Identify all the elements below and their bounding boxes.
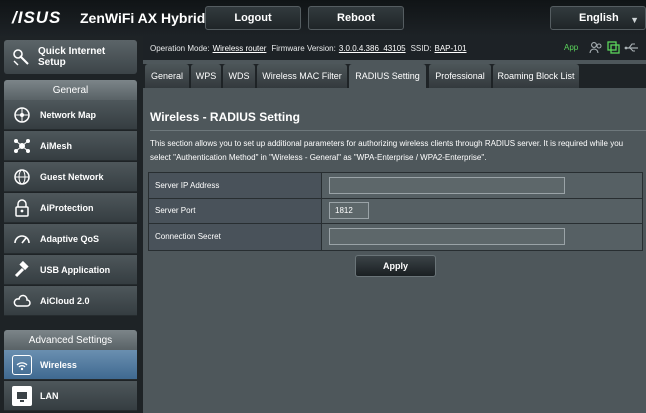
quick-internet-setup-label: Quick Internet Setup (38, 46, 106, 68)
status-bar: Operation Mode: Wireless router Firmware… (143, 36, 646, 60)
quick-internet-setup-button[interactable]: Quick Internet Setup (4, 40, 137, 74)
table-row: Server IP Address (149, 173, 642, 199)
logout-button[interactable]: Logout (205, 6, 301, 30)
table-row: Connection Secret (149, 224, 642, 250)
sidebar-item-label: Wireless (40, 359, 77, 370)
sidebar-item-lan[interactable]: LAN (4, 381, 137, 411)
usb-status-icon[interactable] (624, 41, 639, 56)
sidebar-item-aicloud[interactable]: AiCloud 2.0 (4, 286, 137, 316)
tab-radius-setting[interactable]: RADIUS Setting (349, 64, 426, 88)
server-port-label: Server Port (149, 198, 322, 223)
firmware-label: Firmware Version: (271, 43, 336, 53)
clients-icon[interactable] (589, 41, 603, 56)
sidebar-item-label: AiProtection (40, 202, 94, 213)
sidebar-item-label: Network Map (40, 109, 97, 120)
tab-wireless-mac-filter[interactable]: Wireless MAC Filter (257, 64, 347, 88)
tab-wps[interactable]: WPS (191, 64, 221, 88)
server-port-input[interactable]: 1812 (329, 202, 369, 220)
ssid-link[interactable]: BAP-101 (435, 44, 467, 53)
apply-button[interactable]: Apply (355, 255, 436, 277)
aimesh-icon (12, 136, 32, 156)
tab-professional[interactable]: Professional (429, 64, 491, 88)
ssid-label: SSID: (410, 43, 432, 53)
tab-roaming-block-list[interactable]: Roaming Block List (493, 64, 579, 88)
language-select[interactable]: English ▼ (550, 6, 646, 30)
lan-icon (12, 385, 32, 406)
chevron-down-icon: ▼ (630, 15, 639, 25)
tab-wds[interactable]: WDS (223, 64, 255, 88)
guest-network-icon (12, 167, 32, 187)
sidebar-item-aiprotection[interactable]: AiProtection (4, 193, 137, 223)
sidebar-item-guest-network[interactable]: Guest Network (4, 162, 137, 192)
sidebar-item-aimesh[interactable]: AiMesh (4, 131, 137, 161)
internet-status-icon[interactable] (607, 41, 620, 56)
cloud-icon (12, 291, 32, 311)
content-area: Wireless - RADIUS Setting This section a… (143, 88, 646, 413)
advanced-settings-header: Advanced Settings (4, 330, 137, 350)
sidebar-item-usb-application[interactable]: USB Application (4, 255, 137, 285)
sidebar: Quick Internet Setup General Network Map… (0, 36, 142, 413)
network-map-icon (12, 105, 32, 125)
lock-icon (12, 198, 32, 218)
radius-settings-table: Server IP Address Server Port 1812 Conne… (148, 172, 643, 251)
sidebar-item-label: Guest Network (40, 171, 104, 182)
server-ip-address-input[interactable] (329, 176, 565, 194)
sidebar-item-network-map[interactable]: Network Map (4, 100, 137, 130)
sidebar-item-label: Adaptive QoS (40, 233, 100, 244)
firmware-version-link[interactable]: 3.0.0.4.386_43105 (339, 44, 406, 53)
connection-secret-input[interactable] (329, 228, 565, 246)
server-ip-address-label: Server IP Address (149, 173, 322, 198)
sidebar-item-adaptive-qos[interactable]: Adaptive QoS (4, 224, 137, 254)
table-row: Server Port 1812 (149, 198, 642, 224)
tab-general[interactable]: General (145, 64, 189, 88)
divider (150, 130, 646, 131)
operation-mode-label: Operation Mode: (150, 43, 210, 53)
app-link[interactable]: App (564, 43, 578, 52)
gauge-icon (12, 229, 32, 249)
reboot-button[interactable]: Reboot (308, 6, 404, 30)
connection-secret-label: Connection Secret (149, 224, 322, 250)
asus-logo[interactable]: /ISUS (12, 8, 61, 28)
usb-icon (12, 260, 32, 280)
wand-icon (10, 46, 32, 68)
sidebar-item-label: LAN (40, 390, 59, 401)
sidebar-item-wireless[interactable]: Wireless (4, 350, 137, 380)
sidebar-item-label: AiMesh (40, 140, 73, 151)
sidebar-item-label: USB Application (40, 264, 111, 275)
page-title: Wireless - RADIUS Setting (150, 110, 300, 124)
wifi-icon (12, 354, 32, 375)
sidebar-item-label: AiCloud 2.0 (40, 295, 90, 306)
page-description: This section allows you to set up additi… (150, 139, 624, 162)
main-panel: Operation Mode: Wireless router Firmware… (143, 36, 646, 413)
model-name: ZenWiFi AX Hybrid (80, 10, 206, 26)
top-bar: /ISUS ZenWiFi AX Hybrid Logout Reboot En… (0, 0, 646, 36)
tab-bar: General WPS WDS Wireless MAC Filter RADI… (143, 64, 646, 88)
language-label: English (579, 12, 619, 24)
operation-mode-link[interactable]: Wireless router (213, 44, 267, 53)
general-section-header: General (4, 80, 137, 100)
